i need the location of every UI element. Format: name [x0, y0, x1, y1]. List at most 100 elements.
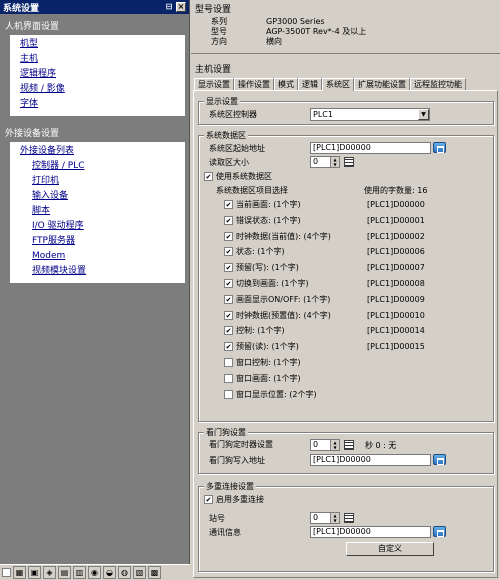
tab-3[interactable]: 逻辑 [298, 78, 322, 90]
read-size-label: 读取区大小 [209, 158, 249, 167]
chevron-down-icon[interactable]: ▼ [418, 109, 429, 120]
watchdog-address-label: 看门狗写入地址 [209, 456, 265, 465]
sysdata-item-address: [PLC1]D00014 [367, 326, 425, 336]
spin-arrows-icon[interactable]: ▲ ▼ [330, 513, 339, 523]
system-area-tab-panel: 显示设置 系统区控制器 PLC1 ▼ 系统数据区 系统区起始地址 [PLC1]D… [193, 90, 498, 578]
hmi-link-item[interactable]: 字体 [10, 97, 185, 112]
start-address-field[interactable]: [PLC1]D00000 [310, 142, 431, 154]
hmi-link-item[interactable]: 主机 [10, 52, 185, 67]
watchdog-settings-group: 看门狗设置 看门狗定时器设置 0 ▲ ▼ 秒 0 : 无 看门狗写入地址 [PLC… [198, 427, 494, 474]
station-stepper[interactable]: 0 ▲ ▼ [310, 512, 340, 524]
sysdata-item-checkbox[interactable] [224, 358, 233, 367]
watchdog-group-title: 看门狗设置 [204, 427, 248, 438]
use-system-data-label: 使用系统数据区 [216, 172, 272, 181]
close-icon[interactable]: × [176, 2, 186, 12]
sysdata-item-checkbox[interactable] [224, 215, 233, 225]
tab-1[interactable]: 操作设置 [234, 78, 274, 90]
read-size-value: 0 [313, 157, 319, 166]
sysdata-item-checkbox[interactable] [224, 310, 233, 320]
taskbar-tool-icon[interactable]: ▤ [58, 566, 71, 579]
sysdata-item-label: 画面显示ON/OFF: (1个字) [236, 294, 331, 304]
keypad-icon[interactable] [344, 440, 354, 450]
spin-arrows-icon[interactable]: ▲ ▼ [330, 157, 339, 167]
hmi-section-label: 人机界面设置 [5, 22, 60, 32]
model-key: 型号 [211, 27, 227, 36]
sysdata-item-checkbox[interactable] [224, 294, 233, 304]
tab-5[interactable]: 扩展功能设置 [354, 78, 410, 90]
address-input-icon[interactable] [433, 526, 446, 537]
watchdog-timer-value: 0 [313, 440, 319, 449]
use-system-data-checkbox[interactable] [204, 172, 213, 181]
sysdata-item-label: 窗口画面: (1个字) [236, 373, 301, 383]
panel-title: 系统设置 [3, 3, 40, 14]
pin-icon[interactable]: ⊟ [164, 2, 174, 12]
sysdata-item-checkbox[interactable] [224, 231, 233, 241]
taskbar-tool-icon[interactable]: ▥ [73, 566, 86, 579]
device-sub-link[interactable]: FTP服务器 [10, 234, 185, 249]
taskbar-tool-icon[interactable]: ◍ [118, 566, 131, 579]
model-key: 方向 [211, 37, 227, 46]
model-row: 方向 横向 [195, 37, 496, 47]
sysdata-item-checkbox[interactable] [224, 342, 233, 352]
hmi-link-item[interactable]: 视频 / 影像 [10, 82, 185, 97]
device-sub-link[interactable]: 视频模块设置 [10, 264, 185, 279]
address-input-icon[interactable] [433, 454, 446, 465]
hmi-link-item[interactable]: 机型 [10, 37, 185, 52]
device-sub-link[interactable]: I/O 驱动程序 [10, 219, 185, 234]
start-address-label: 系统区起始地址 [209, 144, 265, 153]
spin-arrows-icon[interactable]: ▲ ▼ [330, 440, 339, 450]
tab-4[interactable]: 系统区 [322, 78, 354, 91]
sysdata-item-checkbox[interactable] [224, 373, 233, 383]
hmi-link-item[interactable]: 逻辑程序 [10, 67, 185, 82]
settings-editor: 型号设置 系列 GP3000 Series 型号 AGP-3500T Rev*-4 及… [191, 0, 500, 580]
enable-multi-connection-label: 启用多重连接 [216, 495, 264, 504]
device-list-link[interactable]: 外接设备列表 [10, 144, 185, 159]
multi-group-title: 多重连接设置 [204, 481, 256, 492]
controller-select-value: PLC1 [313, 110, 333, 119]
model-value: 横向 [266, 37, 282, 46]
watchdog-address-field[interactable]: [PLC1]D00000 [310, 454, 431, 466]
tab-2[interactable]: 模式 [274, 78, 298, 90]
sysdata-item-checkbox[interactable] [224, 263, 233, 273]
tab-bar: 显示设置 操作设置 模式 逻辑 系统区 扩展功能设置 远程监控功能 [191, 77, 500, 91]
comm-info-field[interactable]: [PLC1]D00000 [310, 526, 431, 538]
taskbar-tool-icon[interactable]: ▧ [133, 566, 146, 579]
sysdata-item-address: [PLC1]D00010 [367, 310, 425, 320]
taskbar-checkbox[interactable] [2, 568, 11, 577]
address-input-icon[interactable] [433, 142, 446, 153]
keypad-icon[interactable] [344, 513, 354, 523]
taskbar-tool-icon[interactable]: ◒ [103, 566, 116, 579]
sysdata-item-checkbox[interactable] [224, 389, 233, 399]
system-data-area-group: 系统数据区 系统区起始地址 [PLC1]D00000 读取区大小 0 ▲▼ 使用… [198, 130, 494, 422]
taskbar-tool-icon[interactable]: ◉ [88, 566, 101, 579]
enable-multi-connection-checkbox[interactable] [204, 495, 213, 504]
device-sub-link[interactable]: 控制器 / PLC [10, 159, 185, 174]
sysdata-item-checkbox[interactable] [224, 279, 233, 288]
sysdata-item-checkbox[interactable] [224, 200, 233, 209]
controller-select[interactable]: PLC1 ▼ [310, 108, 430, 121]
watchdog-timer-stepper[interactable]: 0 ▲ ▼ [310, 439, 340, 451]
items-header: 系统数据区项目选择 [216, 186, 288, 195]
device-sub-link[interactable]: 输入设备 [10, 189, 185, 204]
sysdata-item-checkbox[interactable] [224, 326, 233, 336]
device-sub-link[interactable]: 脚本 [10, 204, 185, 219]
custom-button[interactable]: 自定义 [346, 542, 434, 556]
sysdata-group-title: 系统数据区 [204, 130, 248, 141]
taskbar-tool-icon[interactable]: ▩ [148, 566, 161, 579]
sysdata-item-address: [PLC1]D00006 [367, 247, 425, 257]
device-settings-list: 外接设备列表 控制器 / PLC 打印机 输入设备 脚本 I/O 驱动程序 FTP服务器 Mo… [10, 142, 185, 283]
sysdata-item-label: 预留(写): (1个字) [236, 263, 299, 273]
sysdata-item-label: 时钟数据(当前值): (4个字) [236, 231, 331, 241]
keypad-icon[interactable] [344, 157, 354, 167]
model-value: AGP-3500T Rev*-4 及以上 [266, 27, 367, 36]
sysdata-item-checkbox[interactable] [224, 247, 233, 257]
taskbar-tool-icon[interactable]: ▣ [28, 566, 41, 579]
device-sub-link[interactable]: Modem [10, 249, 185, 264]
taskbar-tool-icon[interactable]: ◈ [43, 566, 56, 579]
device-sub-link[interactable]: 打印机 [10, 174, 185, 189]
tab-6[interactable]: 远程监控功能 [410, 78, 466, 90]
read-size-stepper[interactable]: 0 ▲ ▼ [310, 156, 340, 168]
display-group-title: 显示设置 [204, 96, 240, 107]
taskbar-tool-icon[interactable]: ▦ [13, 566, 26, 579]
tab-0[interactable]: 显示设置 [194, 78, 234, 90]
